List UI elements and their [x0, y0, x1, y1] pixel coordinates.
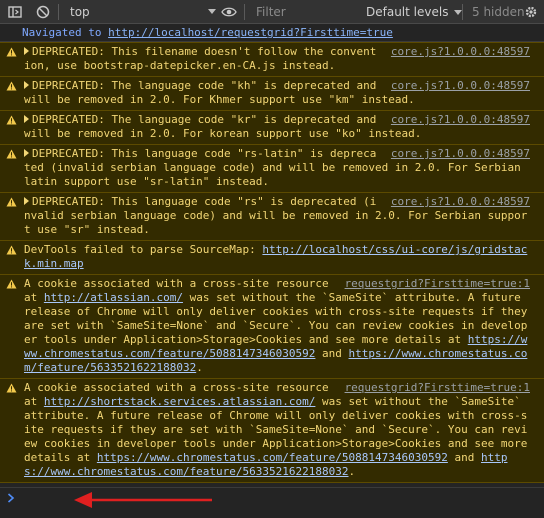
cookie-text: .	[196, 361, 203, 374]
filter-input[interactable]	[250, 2, 350, 21]
source-link[interactable]: core.js?1.0.0.0:48597	[391, 79, 530, 93]
nav-url-link[interactable]: http://localhost/requestgrid?Firsttime=t…	[108, 26, 393, 39]
warning-text: DEPRECATED: This filename doesn't follow…	[24, 45, 377, 72]
warning-message[interactable]: core.js?1.0.0.0:48597 DEPRECATED: The la…	[0, 77, 544, 111]
settings-gear-icon[interactable]	[524, 5, 538, 19]
chromestatus-link[interactable]: https://www.chromestatus.com/feature/508…	[97, 451, 448, 464]
eye-icon[interactable]	[221, 5, 237, 19]
source-link[interactable]: core.js?1.0.0.0:48597	[391, 147, 530, 161]
log-levels-label: Default levels	[366, 5, 449, 19]
warning-icon	[6, 47, 17, 57]
source-link[interactable]: core.js?1.0.0.0:48597	[391, 113, 530, 127]
warning-icon	[6, 149, 17, 159]
annotation-arrow-icon	[74, 492, 212, 508]
warning-message[interactable]: core.js?1.0.0.0:48597 DEPRECATED: The la…	[0, 111, 544, 145]
sidebar-toggle-icon[interactable]	[8, 5, 22, 19]
prompt-chevron-icon	[7, 493, 15, 503]
hidden-count: 5 hidden	[472, 5, 525, 19]
warning-message[interactable]: core.js?1.0.0.0:48597 DEPRECATED: This f…	[0, 42, 544, 77]
source-link[interactable]: core.js?1.0.0.0:48597	[391, 195, 530, 209]
warning-text: DEPRECATED: The language code "kr" is de…	[24, 113, 422, 140]
block-icon[interactable]	[36, 5, 50, 19]
chevron-down-icon	[208, 9, 216, 14]
sourcemap-text: DevTools failed to parse SourceMap:	[24, 243, 263, 256]
warning-message[interactable]: core.js?1.0.0.0:48597 DEPRECATED: This l…	[0, 193, 544, 241]
warning-icon	[6, 383, 17, 393]
cookie-domain-link[interactable]: http://atlassian.com/	[44, 291, 183, 304]
console-messages: Navigated to http://localhost/requestgri…	[0, 24, 544, 483]
source-link[interactable]: core.js?1.0.0.0:48597	[391, 45, 530, 59]
source-link[interactable]: requestgrid?Firsttime=true:1	[345, 381, 530, 395]
sourcemap-warning[interactable]: DevTools failed to parse SourceMap: http…	[0, 241, 544, 275]
warning-icon	[6, 81, 17, 91]
expand-triangle-icon[interactable]	[24, 115, 29, 123]
source-link[interactable]: requestgrid?Firsttime=true:1	[345, 277, 530, 291]
cookie-domain-link[interactable]: http://shortstack.services.atlassian.com…	[44, 395, 316, 408]
toolbar-divider	[244, 4, 245, 20]
cookie-warning[interactable]: requestgrid?Firsttime=true:1 A cookie as…	[0, 275, 544, 379]
log-levels-dropdown[interactable]: Default levels	[366, 0, 463, 24]
cookie-text: and	[315, 347, 349, 360]
expand-triangle-icon[interactable]	[24, 149, 29, 157]
expand-triangle-icon[interactable]	[24, 81, 29, 89]
warning-icon	[6, 245, 17, 255]
cookie-text: .	[348, 465, 356, 478]
context-label: top	[70, 5, 90, 19]
cookie-text: and	[447, 451, 481, 464]
warning-icon	[6, 279, 17, 289]
cookie-warning[interactable]: requestgrid?Firsttime=true:1 A cookie as…	[0, 379, 544, 483]
expand-triangle-icon[interactable]	[24, 47, 29, 55]
warning-text: DEPRECATED: The language code "kh" is de…	[24, 79, 415, 106]
expand-triangle-icon[interactable]	[24, 197, 29, 205]
nav-prefix: Navigated to	[22, 26, 109, 39]
navigation-message: Navigated to http://localhost/requestgri…	[0, 24, 544, 42]
toolbar-divider	[462, 4, 463, 20]
console-toolbar: top Default levels 5 hidden	[0, 0, 544, 24]
toolbar-divider	[58, 4, 59, 20]
warning-icon	[6, 197, 17, 207]
warning-message[interactable]: core.js?1.0.0.0:48597 DEPRECATED: This l…	[0, 145, 544, 193]
warning-icon	[6, 115, 17, 125]
context-selector[interactable]: top	[64, 0, 224, 24]
